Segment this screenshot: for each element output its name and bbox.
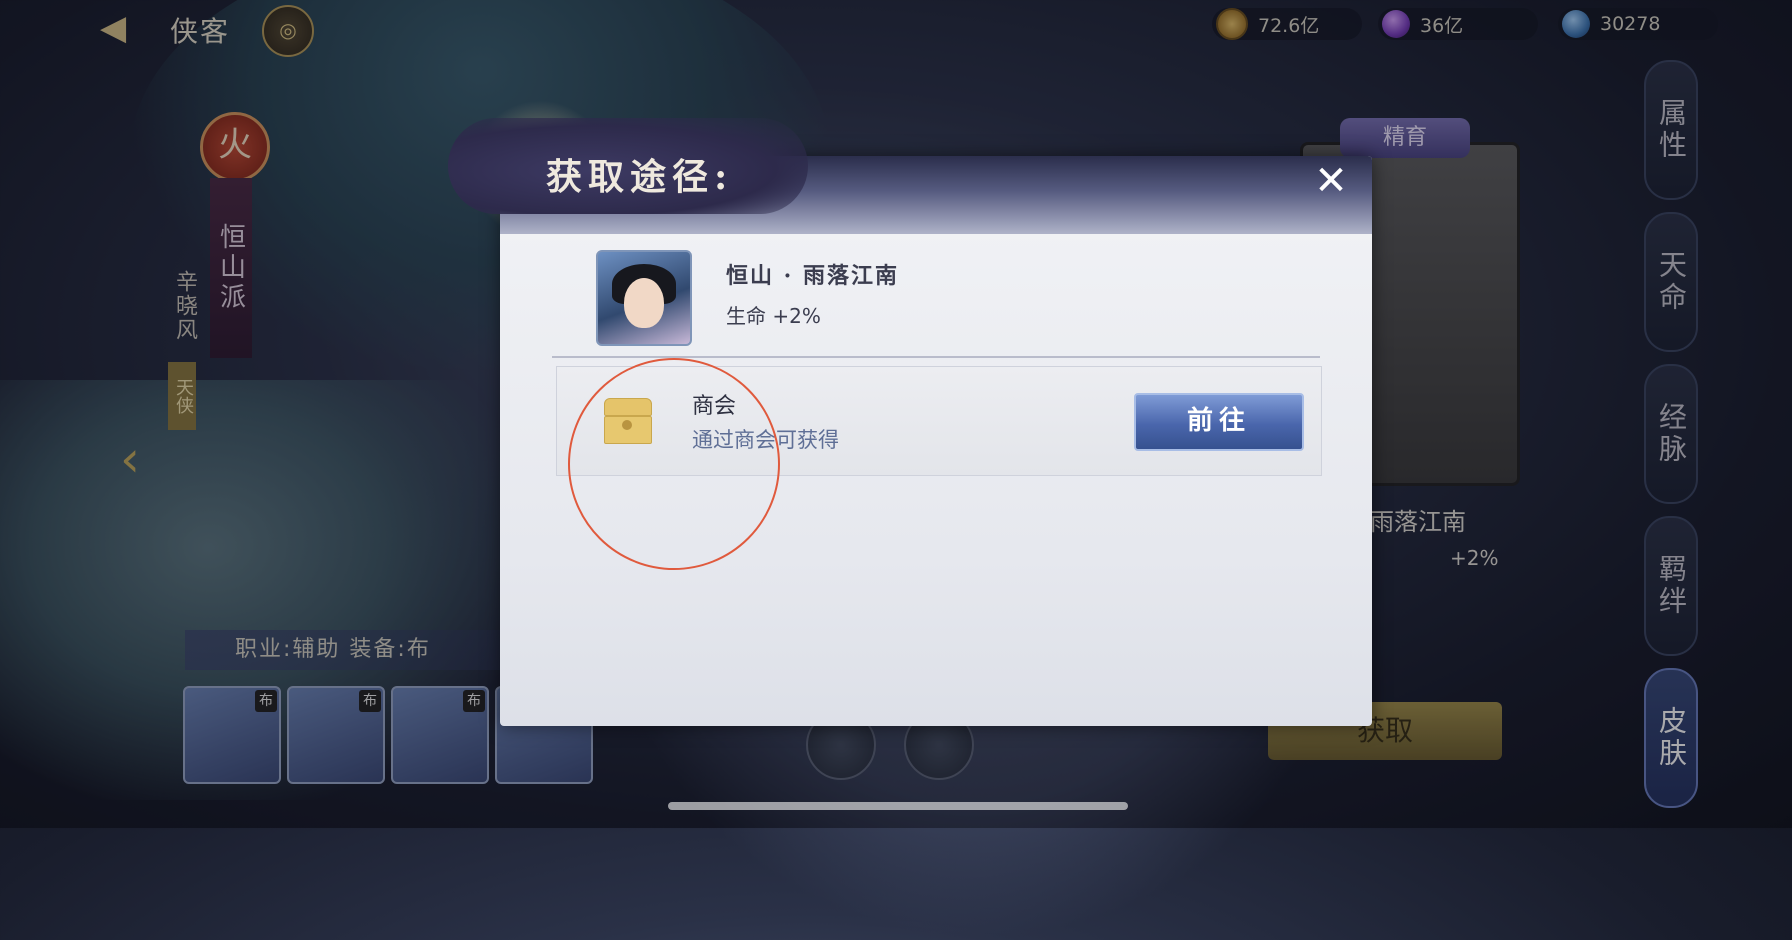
skin-name: 恒山 · 雨落江南: [726, 263, 899, 289]
annotation-circle: [568, 358, 780, 570]
home-indicator[interactable]: [668, 802, 1128, 810]
close-icon[interactable]: ✕: [1310, 160, 1352, 202]
dialog-title: 获取途径:: [546, 156, 734, 198]
skin-bonus: 生命 +2%: [726, 304, 821, 328]
skin-avatar: [596, 250, 692, 346]
go-button[interactable]: 前往: [1134, 393, 1304, 451]
